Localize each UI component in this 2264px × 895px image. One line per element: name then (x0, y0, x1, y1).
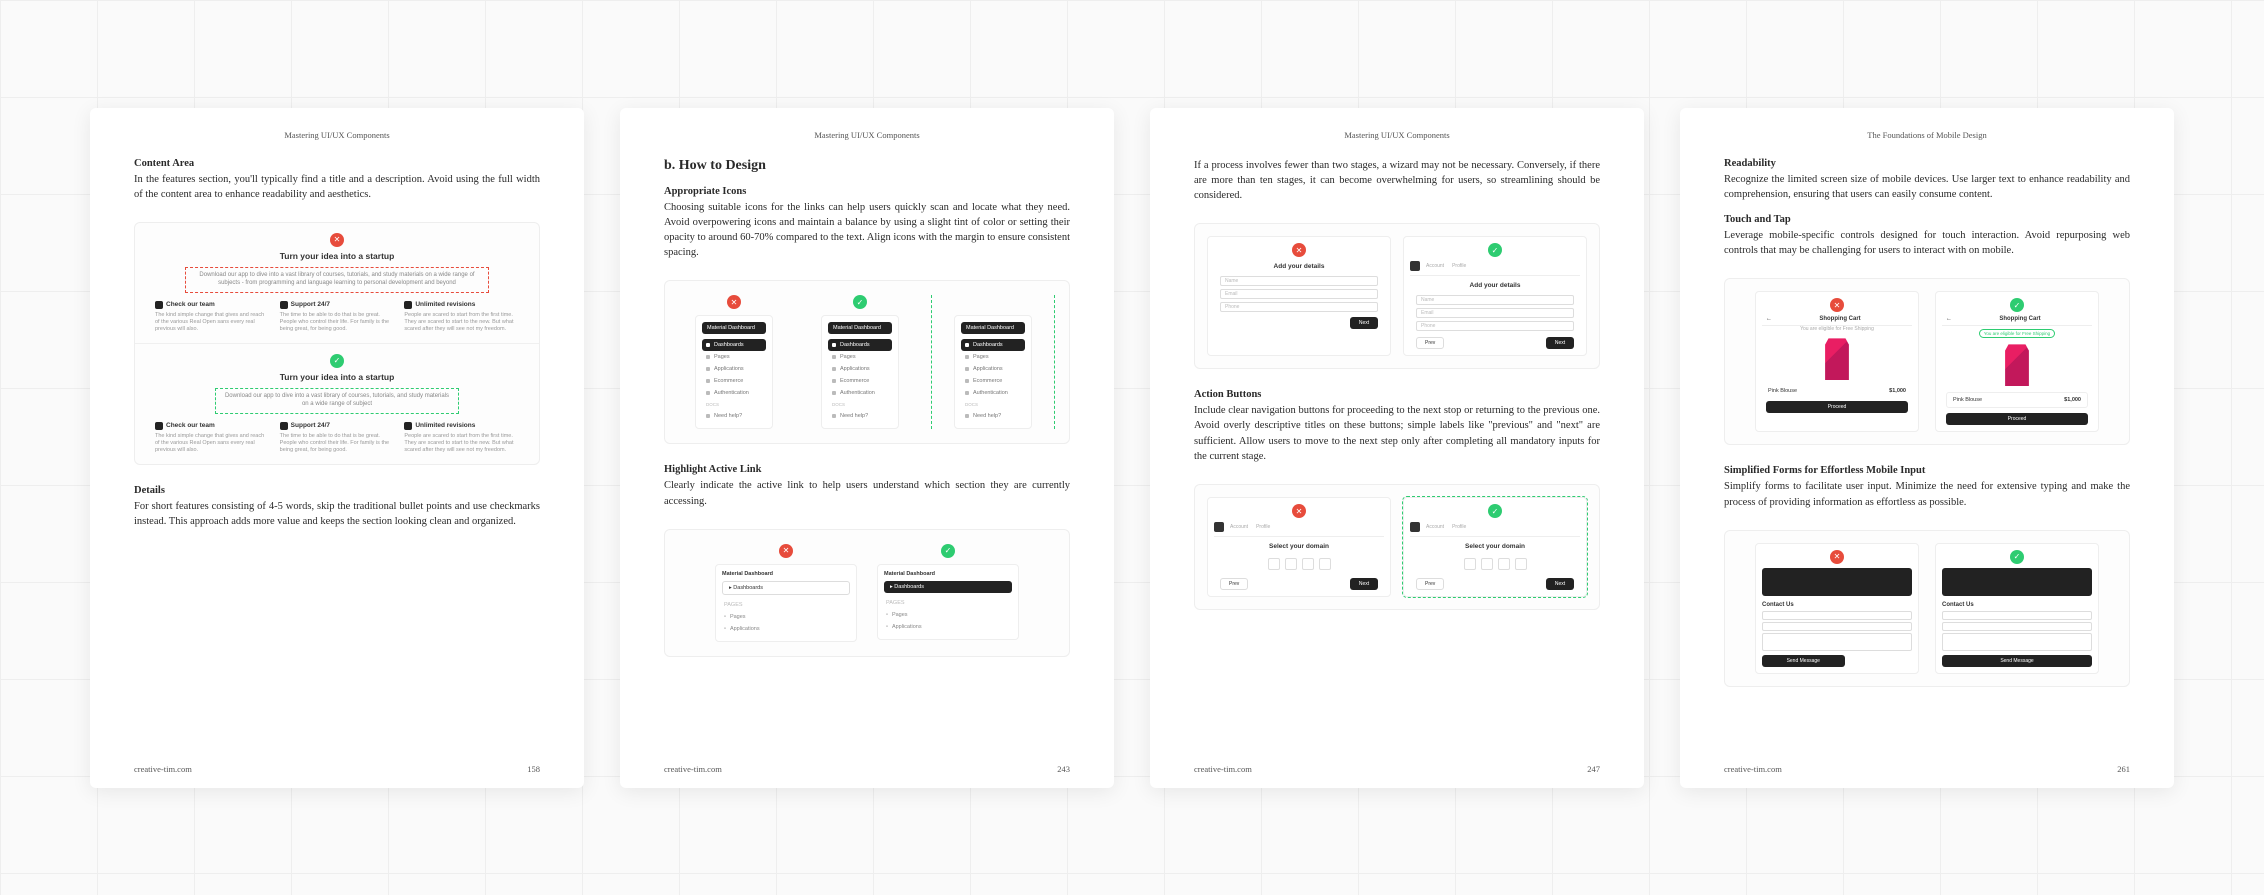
intro-text: If a process involves fewer than two sta… (1194, 158, 1600, 204)
bad-icon: ✕ (1292, 504, 1306, 518)
section-title: Simplified Forms for Effortless Mobile I… (1724, 465, 2130, 476)
hero-title: Turn your idea into a startup (155, 251, 519, 261)
body-text: In the features section, you'll typicall… (134, 172, 540, 202)
page-footer: creative-tim.com 158 (134, 764, 540, 774)
page-header: Mastering UI/UX Components (664, 130, 1070, 140)
body-text: Choosing suitable icons for the links ca… (664, 200, 1070, 261)
good-icon: ✓ (1488, 243, 1502, 257)
body-text: Recognize the limited screen size of mob… (1724, 172, 2130, 202)
page-number: 158 (527, 764, 540, 774)
section-title: Details (134, 485, 540, 496)
illustration-icons: ✕ Material Dashboard Dashboards Pages Ap… (664, 280, 1070, 444)
section-title: Touch and Tap (1724, 214, 2130, 225)
good-icon: ✓ (330, 354, 344, 368)
bad-icon: ✕ (330, 233, 344, 247)
page-1: Mastering UI/UX Components Content Area … (90, 108, 584, 788)
page-number: 247 (1587, 764, 1600, 774)
footer-source: creative-tim.com (664, 764, 722, 774)
page-footer: creative-tim.com 247 (1194, 764, 1600, 774)
page-header: Mastering UI/UX Components (134, 130, 540, 140)
footer-source: creative-tim.com (134, 764, 192, 774)
section-title: Content Area (134, 158, 540, 169)
product-image (1820, 338, 1854, 380)
footer-source: creative-tim.com (1724, 764, 1782, 774)
product-image (2000, 344, 2034, 386)
page-header: Mastering UI/UX Components (1194, 130, 1600, 140)
illustration-active-link: ✕ Material Dashboard ▸ Dashboards PAGES … (664, 529, 1070, 657)
body-text: Leverage mobile-specific controls design… (1724, 228, 2130, 258)
dashed-good: Download our app to dive into a vast lib… (215, 388, 459, 414)
body-text: Clearly indicate the active link to help… (664, 478, 1070, 508)
page-3: Mastering UI/UX Components If a process … (1150, 108, 1644, 788)
section-title: Appropriate Icons (664, 186, 1070, 197)
footer-source: creative-tim.com (1194, 764, 1252, 774)
section-title: Highlight Active Link (664, 464, 1070, 475)
section-title: Readability (1724, 158, 2130, 169)
page-number: 261 (2117, 764, 2130, 774)
illustration-wizard: ✕ Add your details Name Email Phone Next… (1194, 223, 1600, 369)
page-2: Mastering UI/UX Components b. How to Des… (620, 108, 1114, 788)
page-header: The Foundations of Mobile Design (1724, 130, 2130, 140)
page-number: 243 (1057, 764, 1070, 774)
page-4: The Foundations of Mobile Design Readabi… (1680, 108, 2174, 788)
body-text: For short features consisting of 4-5 wor… (134, 499, 540, 529)
good-icon: ✓ (853, 295, 867, 309)
illustration-shopping-cart: ✕ ←Shopping Cart You are eligible for Fr… (1724, 278, 2130, 445)
illustration-contact-form: ✕ Contact Us Send Message ✓ Contact Us S… (1724, 530, 2130, 687)
good-icon: ✓ (1488, 504, 1502, 518)
chapter-heading: b. How to Design (664, 158, 1070, 174)
dashed-bad: Download our app to dive into a vast lib… (185, 267, 489, 293)
bad-icon: ✕ (1292, 243, 1306, 257)
good-icon: ✓ (941, 544, 955, 558)
bad-icon: ✕ (779, 544, 793, 558)
page-footer: creative-tim.com 243 (664, 764, 1070, 774)
section-title: Action Buttons (1194, 389, 1600, 400)
illustration-action-buttons: ✕ AccountProfile Select your domain Prev… (1194, 484, 1600, 610)
illustration-content-area: ✕ Turn your idea into a startup Download… (134, 222, 540, 465)
good-icon: ✓ (2010, 550, 2024, 564)
bad-icon: ✕ (1830, 550, 1844, 564)
body-text: Simplify forms to facilitate user input.… (1724, 479, 2130, 509)
bad-icon: ✕ (727, 295, 741, 309)
good-icon: ✓ (2010, 298, 2024, 312)
bad-icon: ✕ (1830, 298, 1844, 312)
body-text: Include clear navigation buttons for pro… (1194, 403, 1600, 464)
page-footer: creative-tim.com 261 (1724, 764, 2130, 774)
